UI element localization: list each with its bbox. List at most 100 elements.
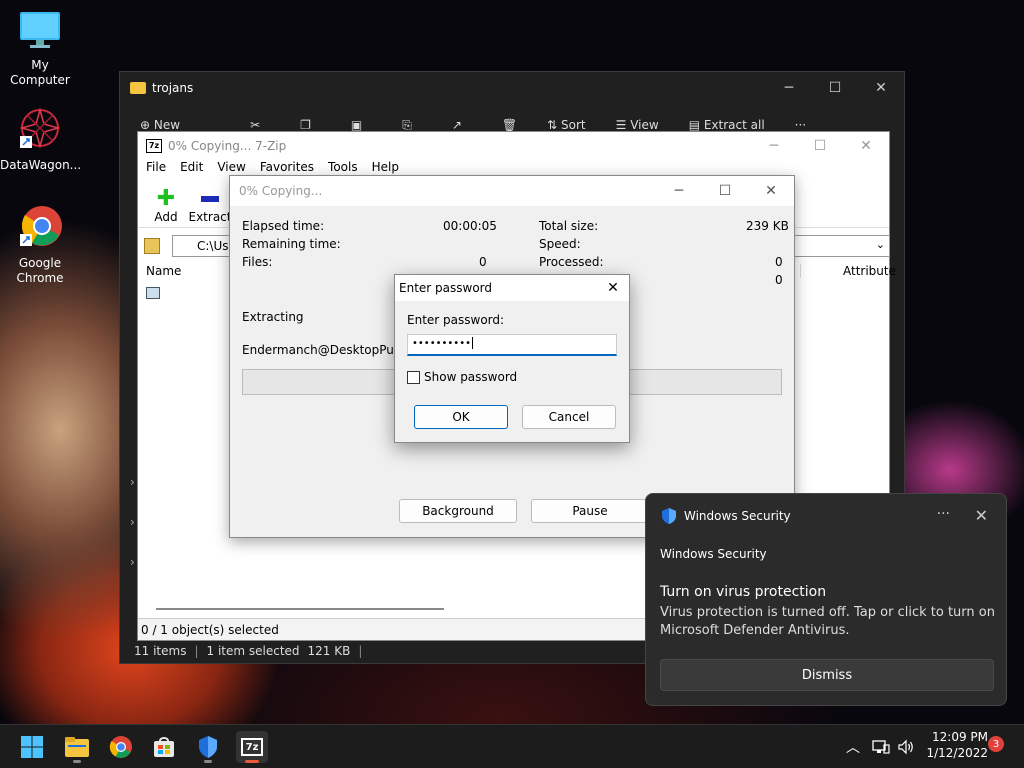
desktop-icon-label: My Computer (10, 58, 70, 87)
up-folder-icon[interactable] (144, 238, 160, 254)
folder-icon (130, 82, 146, 94)
processed-label: Processed: (539, 255, 604, 269)
status-selection: 0 / 1 object(s) selected (141, 622, 279, 637)
folder-icon (65, 737, 89, 757)
toast-body: Virus protection is turned off. Tap or c… (660, 605, 995, 638)
password-title: Enter password (399, 281, 492, 295)
elapsed-value: 00:00:05 (443, 219, 497, 233)
status-selected: 1 item selected (206, 644, 300, 658)
shield-icon (199, 736, 217, 758)
windows-security-toast[interactable]: Windows Security ··· ✕ Windows Security … (645, 493, 1007, 706)
column-attributes[interactable]: Attribute (800, 264, 896, 278)
password-label: Enter password: (407, 313, 505, 327)
windows-icon (21, 736, 43, 758)
elapsed-label: Elapsed time: (242, 219, 325, 233)
menu-edit[interactable]: Edit (180, 160, 203, 180)
password-input[interactable]: •••••••••• (407, 334, 617, 356)
chevron-up-icon[interactable]: ︿ (846, 737, 860, 757)
nav-chevron-icon[interactable]: › (130, 502, 135, 542)
extract-button[interactable]: Extract (188, 188, 232, 227)
network-icon[interactable] (872, 725, 890, 768)
close-button[interactable]: ✕ (858, 72, 904, 104)
files-value: 0 (479, 255, 487, 269)
extract-label: Extract (188, 210, 232, 224)
taskbar-windows-security[interactable] (192, 731, 224, 763)
maximize-button[interactable]: ☐ (812, 72, 858, 104)
desktop-icon-label: Google Chrome (16, 256, 64, 285)
password-dialog[interactable]: Enter password ✕ Enter password: •••••••… (394, 274, 630, 443)
close-button[interactable]: ✕ (597, 275, 629, 301)
background-button[interactable]: Background (399, 499, 517, 523)
7zip-icon: 7z (146, 139, 162, 153)
view-label: View (630, 118, 659, 132)
taskbar-file-explorer[interactable] (61, 731, 93, 763)
taskbar-7zip[interactable]: 7z (236, 731, 268, 763)
nav-chevron-icon[interactable]: › (130, 462, 135, 502)
total-size-value: 239 KB (746, 219, 789, 233)
password-titlebar[interactable]: Enter password (395, 275, 629, 301)
files-label: Files: (242, 255, 273, 269)
toast-header: Windows Security (660, 547, 767, 561)
dismiss-button[interactable]: Dismiss (660, 659, 994, 691)
maximize-button[interactable]: ☐ (702, 176, 748, 206)
datawagon-shortcut-icon (0, 106, 80, 154)
new-label: New (153, 118, 181, 132)
checkbox-box[interactable] (407, 370, 420, 384)
password-value: •••••••••• (412, 338, 471, 349)
store-icon (154, 737, 174, 757)
remaining-label: Remaining time: (242, 237, 341, 251)
toast-more-icon[interactable]: ··· (937, 506, 950, 522)
extract-all-label: Extract all (703, 118, 765, 132)
sort-label: Sort (561, 118, 586, 132)
minimize-button[interactable]: ─ (656, 176, 702, 206)
minimize-button[interactable]: ─ (751, 132, 797, 160)
desktop-icon-datawagon[interactable]: DataWagon... (0, 106, 81, 173)
explorer-statusbar: 11 items | 1 item selected 121 KB | (134, 644, 363, 658)
speed-label: Speed: (539, 237, 581, 251)
total-size-label: Total size: (539, 219, 599, 233)
toast-title: Turn on virus protection (660, 584, 827, 600)
action-label: Extracting (242, 310, 304, 324)
toast-close-icon[interactable]: ✕ (975, 506, 988, 525)
maximize-button[interactable]: ☐ (797, 132, 843, 160)
close-button[interactable]: ✕ (843, 132, 889, 160)
start-button[interactable] (16, 731, 48, 763)
horizontal-scrollbar[interactable] (156, 608, 444, 610)
notification-badge[interactable]: 3 (988, 736, 1004, 752)
desktop-icon-google-chrome[interactable]: Google Chrome (0, 204, 80, 286)
cancel-button[interactable]: Cancel (522, 405, 616, 429)
7zip-icon: 7z (241, 738, 263, 756)
clock[interactable]: 12:09 PM 1/12/2022 (922, 729, 988, 761)
compressed-value: 0 (775, 273, 783, 287)
taskbar: 7z ︿ 12:09 PM 1/12/2022 (0, 724, 1024, 768)
add-label: Add (154, 210, 178, 224)
close-button[interactable]: ✕ (748, 176, 794, 206)
show-hidden-icons[interactable]: ︿ (846, 725, 860, 768)
desktop-icon-my-computer[interactable]: My Computer (0, 10, 80, 88)
pause-button[interactable]: Pause (531, 499, 649, 523)
plus-icon: ✚ (156, 186, 176, 211)
volume-icon[interactable] (897, 725, 915, 768)
chrome-icon (109, 736, 132, 758)
current-filename: Endermanch@DesktopPuzzle.ex (242, 343, 402, 357)
ok-button[interactable]: OK (414, 405, 508, 429)
file-icon[interactable] (146, 287, 160, 299)
taskbar-chrome[interactable] (105, 731, 137, 763)
minimize-button[interactable]: ─ (766, 72, 812, 104)
column-name[interactable]: Name (146, 264, 181, 278)
minus-icon (188, 188, 232, 210)
clock-date: 1/12/2022 (926, 746, 988, 760)
nav-chevron-icon[interactable]: › (130, 542, 135, 582)
explorer-title: trojans (152, 81, 194, 95)
clock-time: 12:09 PM (932, 730, 988, 744)
show-password-checkbox[interactable]: Show password (407, 370, 517, 384)
status-items: 11 items (134, 644, 187, 658)
address-dropdown-icon[interactable]: ⌄ (876, 238, 885, 251)
taskbar-store[interactable] (148, 731, 180, 763)
shield-icon (660, 507, 678, 528)
status-size: 121 KB (307, 644, 351, 658)
menu-file[interactable]: File (146, 160, 166, 180)
text-cursor (471, 337, 473, 349)
add-button[interactable]: ✚ Add (144, 188, 188, 227)
copying-title: 0% Copying... (239, 184, 323, 198)
